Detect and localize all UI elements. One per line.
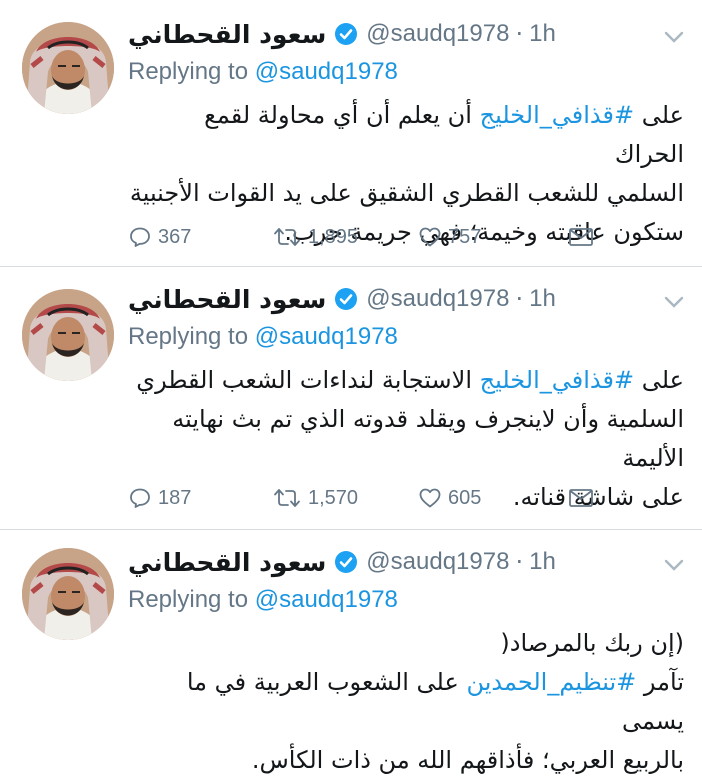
tweet[interactable]: سعود القحطاني @saudq1978 · 1h Replying t… <box>0 267 702 529</box>
tweet-text: (إن ربك بالمرصاد( تآمر #تنظيم_الحمدين عل… <box>128 624 684 780</box>
verified-badge-icon <box>334 287 358 311</box>
hashtag-link[interactable]: #تنظيم_الحمدين <box>466 668 636 696</box>
replying-to-label: Replying to <box>128 586 249 613</box>
like-count: 757 <box>448 225 482 248</box>
tweet-line: السلمية وأن لاينجرف ويقلد قدوته الذي تم … <box>172 405 684 472</box>
direct-message-button[interactable] <box>568 222 594 252</box>
tweet-line: السلمي للشعب القطري الشقيق على يد القوات… <box>129 179 684 207</box>
separator-dot: · <box>515 20 524 48</box>
chevron-down-icon[interactable] <box>664 30 684 44</box>
replying-to-label: Replying to <box>128 58 249 85</box>
author-name[interactable]: سعود القحطاني <box>128 548 326 577</box>
chevron-down-icon[interactable] <box>664 558 684 572</box>
like-button[interactable]: 605 <box>418 483 481 513</box>
replying-to-link[interactable]: @saudq1978 <box>255 323 398 350</box>
replying-to: Replying to @saudq1978 <box>128 586 398 614</box>
replying-to-link[interactable]: @saudq1978 <box>255 586 398 613</box>
timestamp[interactable]: 1h <box>529 548 556 576</box>
author-handle[interactable]: @saudq1978 <box>366 20 509 48</box>
avatar[interactable] <box>22 548 114 640</box>
separator-dot: · <box>515 548 524 576</box>
avatar[interactable] <box>22 22 114 114</box>
direct-message-icon <box>569 489 593 507</box>
author-name[interactable]: سعود القحطاني <box>128 20 326 49</box>
retweet-icon <box>274 489 300 507</box>
replying-to: Replying to @saudq1978 <box>128 323 398 351</box>
reply-count: 187 <box>158 486 192 509</box>
like-icon <box>419 227 441 247</box>
retweet-count: 1,570 <box>308 486 359 509</box>
replying-to-label: Replying to <box>128 323 249 350</box>
author-name[interactable]: سعود القحطاني <box>128 285 326 314</box>
tweet-line: على #قذافي_الخليج أن يعلم أن أي محاولة ل… <box>204 101 684 168</box>
author-handle[interactable]: @saudq1978 <box>366 548 509 576</box>
tweet-header: سعود القحطاني @saudq1978 · 1h <box>128 14 556 54</box>
avatar-photo <box>22 22 114 114</box>
direct-message-icon <box>569 228 593 246</box>
timeline: سعود القحطاني @saudq1978 · 1h Replying t… <box>0 0 702 774</box>
replying-to: Replying to @saudq1978 <box>128 58 398 86</box>
tweet-line: (إن ربك بالمرصاد( <box>500 629 684 657</box>
tweet[interactable]: سعود القحطاني @saudq1978 · 1h Replying t… <box>0 530 702 774</box>
timestamp[interactable]: 1h <box>529 20 556 48</box>
author-handle[interactable]: @saudq1978 <box>366 285 509 313</box>
like-icon <box>419 488 441 508</box>
tweet-line: على #قذافي_الخليج الاستجابة لنداءات الشع… <box>136 366 684 394</box>
like-count: 605 <box>448 486 482 509</box>
tweet-line: بالربيع العربي؛ فأذاقهم الله من ذات الكأ… <box>251 746 684 774</box>
chevron-down-icon[interactable] <box>664 295 684 309</box>
tweet-header: سعود القحطاني @saudq1978 · 1h <box>128 279 556 319</box>
separator-dot: · <box>515 285 524 313</box>
avatar[interactable] <box>22 289 114 381</box>
like-button[interactable]: 757 <box>418 222 481 252</box>
timestamp[interactable]: 1h <box>529 285 556 313</box>
retweet-count: 1,895 <box>308 225 359 248</box>
reply-button[interactable]: 187 <box>128 483 191 513</box>
verified-badge-icon <box>334 550 358 574</box>
tweet[interactable]: سعود القحطاني @saudq1978 · 1h Replying t… <box>0 0 702 266</box>
replying-to-link[interactable]: @saudq1978 <box>255 58 398 85</box>
reply-icon <box>130 227 150 247</box>
direct-message-button[interactable] <box>568 483 594 513</box>
retweet-icon <box>274 228 300 246</box>
reply-count: 367 <box>158 225 192 248</box>
verified-badge-icon <box>334 22 358 46</box>
retweet-button[interactable]: 1,895 <box>272 222 358 252</box>
hashtag-link[interactable]: #قذافي_الخليج <box>480 101 634 129</box>
reply-button[interactable]: 367 <box>128 222 191 252</box>
tweet-line: تآمر #تنظيم_الحمدين على الشعوب العربية ف… <box>186 668 684 735</box>
hashtag-link[interactable]: #قذافي_الخليج <box>480 366 634 394</box>
avatar-photo <box>22 548 114 640</box>
avatar-photo <box>22 289 114 381</box>
tweet-actions: 367 1,895 757 <box>128 222 598 252</box>
tweet-actions: 187 1,570 605 <box>128 483 598 513</box>
tweet-header: سعود القحطاني @saudq1978 · 1h <box>128 542 556 582</box>
reply-icon <box>130 488 150 508</box>
retweet-button[interactable]: 1,570 <box>272 483 358 513</box>
